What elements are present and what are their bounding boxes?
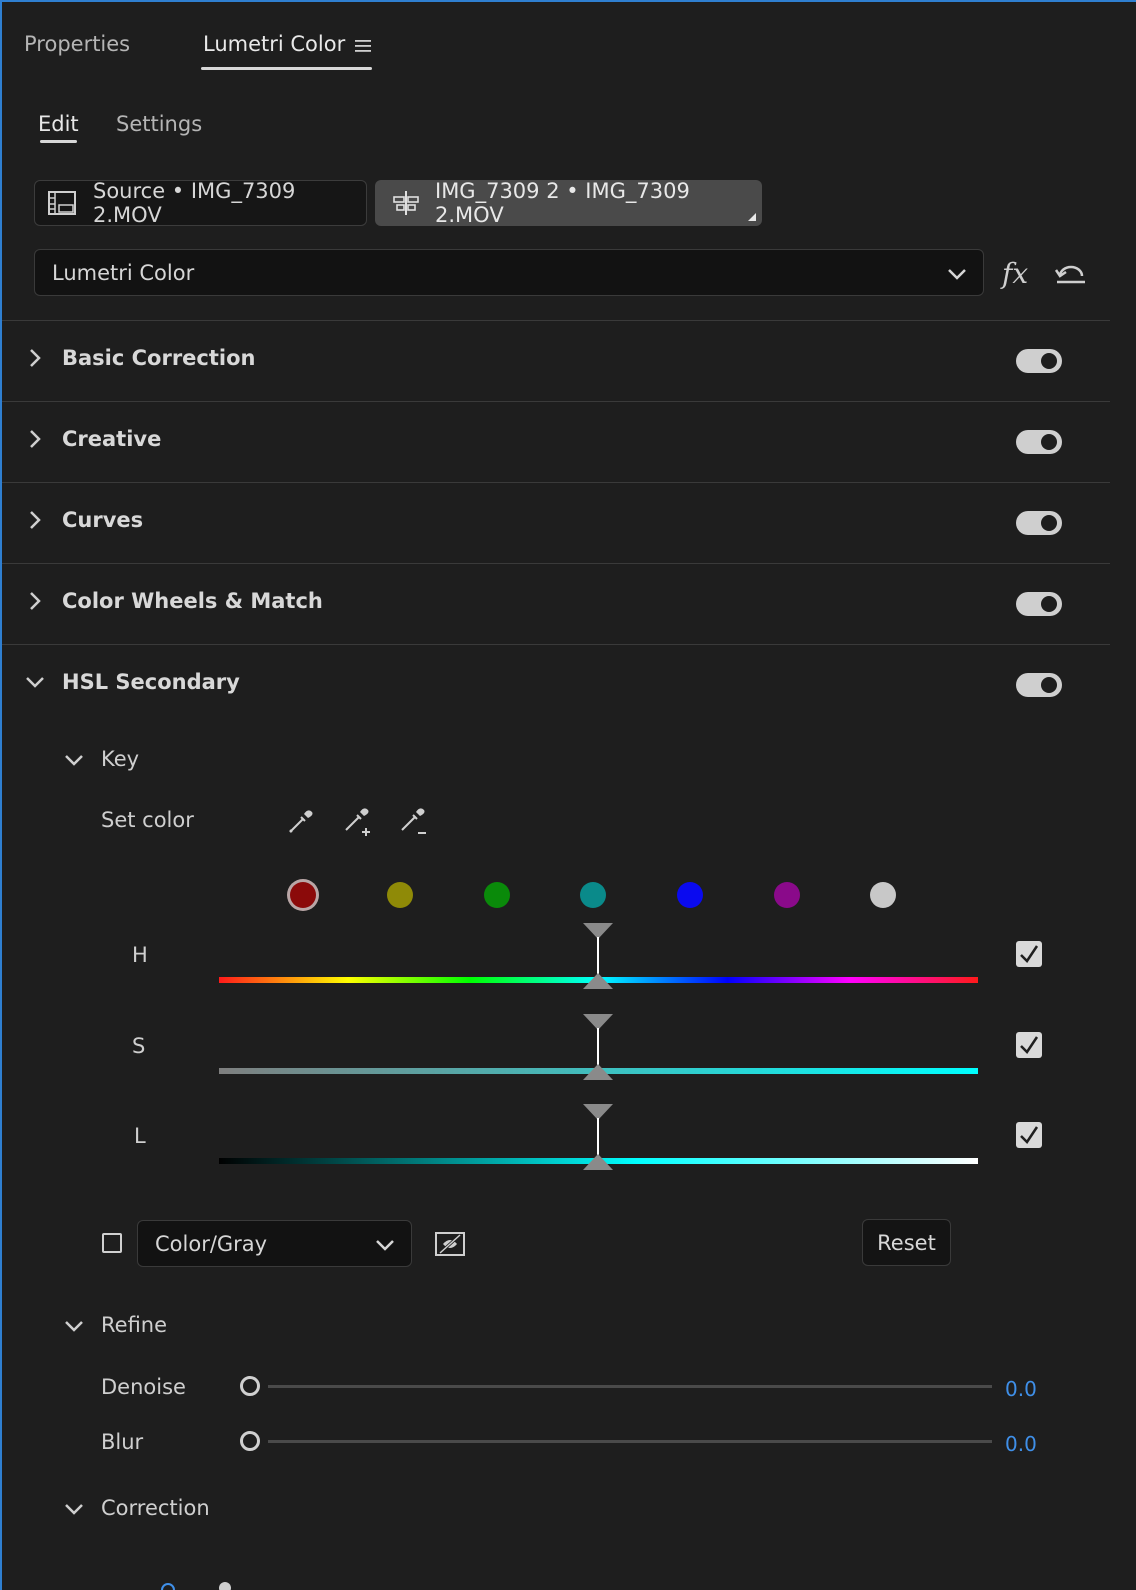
chevron-down-icon <box>945 262 969 286</box>
subtab-underline <box>40 140 77 143</box>
key-subsection-title[interactable]: Key <box>101 747 139 771</box>
section-curves[interactable]: Curves <box>2 482 1110 562</box>
effect-dropdown[interactable]: Lumetri Color <box>34 249 984 296</box>
blur-value[interactable]: 0.0 <box>1005 1432 1037 1456</box>
swatch-cyan[interactable] <box>580 882 606 908</box>
section-title: Creative <box>62 427 162 451</box>
subtab-edit[interactable]: Edit <box>38 112 79 136</box>
chevron-down-icon <box>373 1233 397 1257</box>
section-title: Curves <box>62 508 144 532</box>
section-hsl-secondary[interactable]: HSL Secondary <box>2 644 1110 724</box>
film-strip-icon <box>47 188 77 218</box>
section-title: Basic Correction <box>62 346 256 370</box>
sequence-clip-button[interactable]: IMG_7309 2 • IMG_7309 2.MOV <box>375 179 762 227</box>
denoise-slider-track[interactable] <box>268 1385 992 1388</box>
correction-control-peek <box>160 1582 176 1590</box>
show-mask-checkbox[interactable] <box>102 1233 122 1253</box>
swatch-magenta[interactable] <box>774 882 800 908</box>
blur-slider-thumb[interactable] <box>240 1431 260 1451</box>
section-enable-toggle[interactable] <box>1016 349 1062 373</box>
section-basic-correction[interactable]: Basic Correction <box>2 320 1110 400</box>
correction-subsection-title[interactable]: Correction <box>101 1496 210 1520</box>
refine-subsection-title[interactable]: Refine <box>101 1313 167 1337</box>
tab-properties[interactable]: Properties <box>24 32 130 56</box>
eyedropper-icon[interactable] <box>286 806 316 836</box>
swatch-blue[interactable] <box>677 882 703 908</box>
swatch-red[interactable] <box>290 882 316 908</box>
saturation-label: S <box>132 1034 146 1058</box>
section-title: HSL Secondary <box>62 670 240 694</box>
hue-enable-checkbox[interactable] <box>1016 941 1042 967</box>
swatch-white[interactable] <box>870 882 896 908</box>
tab-lumetri-color[interactable]: Lumetri Color <box>203 32 345 56</box>
sequence-icon <box>391 188 421 218</box>
blur-slider-track[interactable] <box>268 1440 992 1443</box>
section-color-wheels-match[interactable]: Color Wheels & Match <box>2 563 1110 643</box>
key-chevron-down-icon[interactable] <box>64 750 84 770</box>
swatch-green[interactable] <box>484 882 510 908</box>
section-creative[interactable]: Creative <box>2 401 1110 481</box>
correction-handle-peek <box>218 1580 232 1590</box>
panel-menu-icon[interactable] <box>355 38 371 54</box>
eyedropper-subtract-icon[interactable] <box>398 806 430 838</box>
display-mode-value: Color/Gray <box>155 1231 268 1256</box>
denoise-slider-thumb[interactable] <box>240 1376 260 1396</box>
saturation-enable-checkbox[interactable] <box>1016 1032 1042 1058</box>
luminance-enable-checkbox[interactable] <box>1016 1122 1042 1148</box>
luminance-label: L <box>134 1124 146 1148</box>
saturation-range-handle[interactable] <box>583 1014 613 1082</box>
corner-triangle-icon <box>748 213 756 221</box>
chevron-down-icon <box>24 671 46 693</box>
hue-range-handle[interactable] <box>583 923 613 991</box>
section-enable-toggle[interactable] <box>1016 592 1062 616</box>
section-enable-toggle[interactable] <box>1016 430 1062 454</box>
fx-icon[interactable]: fx <box>1000 256 1032 290</box>
source-clip-label: Source • IMG_7309 2.MOV <box>93 179 296 227</box>
section-title: Color Wheels & Match <box>62 589 323 613</box>
display-mode-dropdown[interactable]: Color/Gray <box>137 1220 412 1267</box>
denoise-value[interactable]: 0.0 <box>1005 1377 1037 1401</box>
blur-label: Blur <box>101 1430 144 1454</box>
section-enable-toggle[interactable] <box>1016 511 1062 535</box>
correction-chevron-down-icon[interactable] <box>64 1499 84 1519</box>
reset-effect-icon[interactable] <box>1054 258 1088 288</box>
active-tab-underline <box>201 67 372 70</box>
eyedropper-add-icon[interactable] <box>342 806 374 838</box>
swatch-yellow[interactable] <box>387 882 413 908</box>
hue-label: H <box>132 943 148 967</box>
sequence-clip-label: IMG_7309 2 • IMG_7309 2.MOV <box>435 179 690 227</box>
effect-dropdown-value: Lumetri Color <box>52 260 195 285</box>
chevron-right-icon <box>24 428 46 450</box>
svg-text:fx: fx <box>1000 257 1028 290</box>
subtab-settings[interactable]: Settings <box>116 112 202 136</box>
reset-button[interactable]: Reset <box>862 1219 951 1266</box>
set-color-label: Set color <box>101 808 194 832</box>
section-enable-toggle[interactable] <box>1016 673 1062 697</box>
chevron-right-icon <box>24 509 46 531</box>
panel-focus-border <box>0 0 1136 1590</box>
refine-chevron-down-icon[interactable] <box>64 1316 84 1336</box>
chevron-right-icon <box>24 347 46 369</box>
denoise-label: Denoise <box>101 1375 186 1399</box>
chevron-right-icon <box>24 590 46 612</box>
invert-mask-icon[interactable] <box>434 1229 466 1259</box>
source-clip-button[interactable]: Source • IMG_7309 2.MOV <box>34 179 367 227</box>
luminance-range-handle[interactable] <box>583 1104 613 1172</box>
